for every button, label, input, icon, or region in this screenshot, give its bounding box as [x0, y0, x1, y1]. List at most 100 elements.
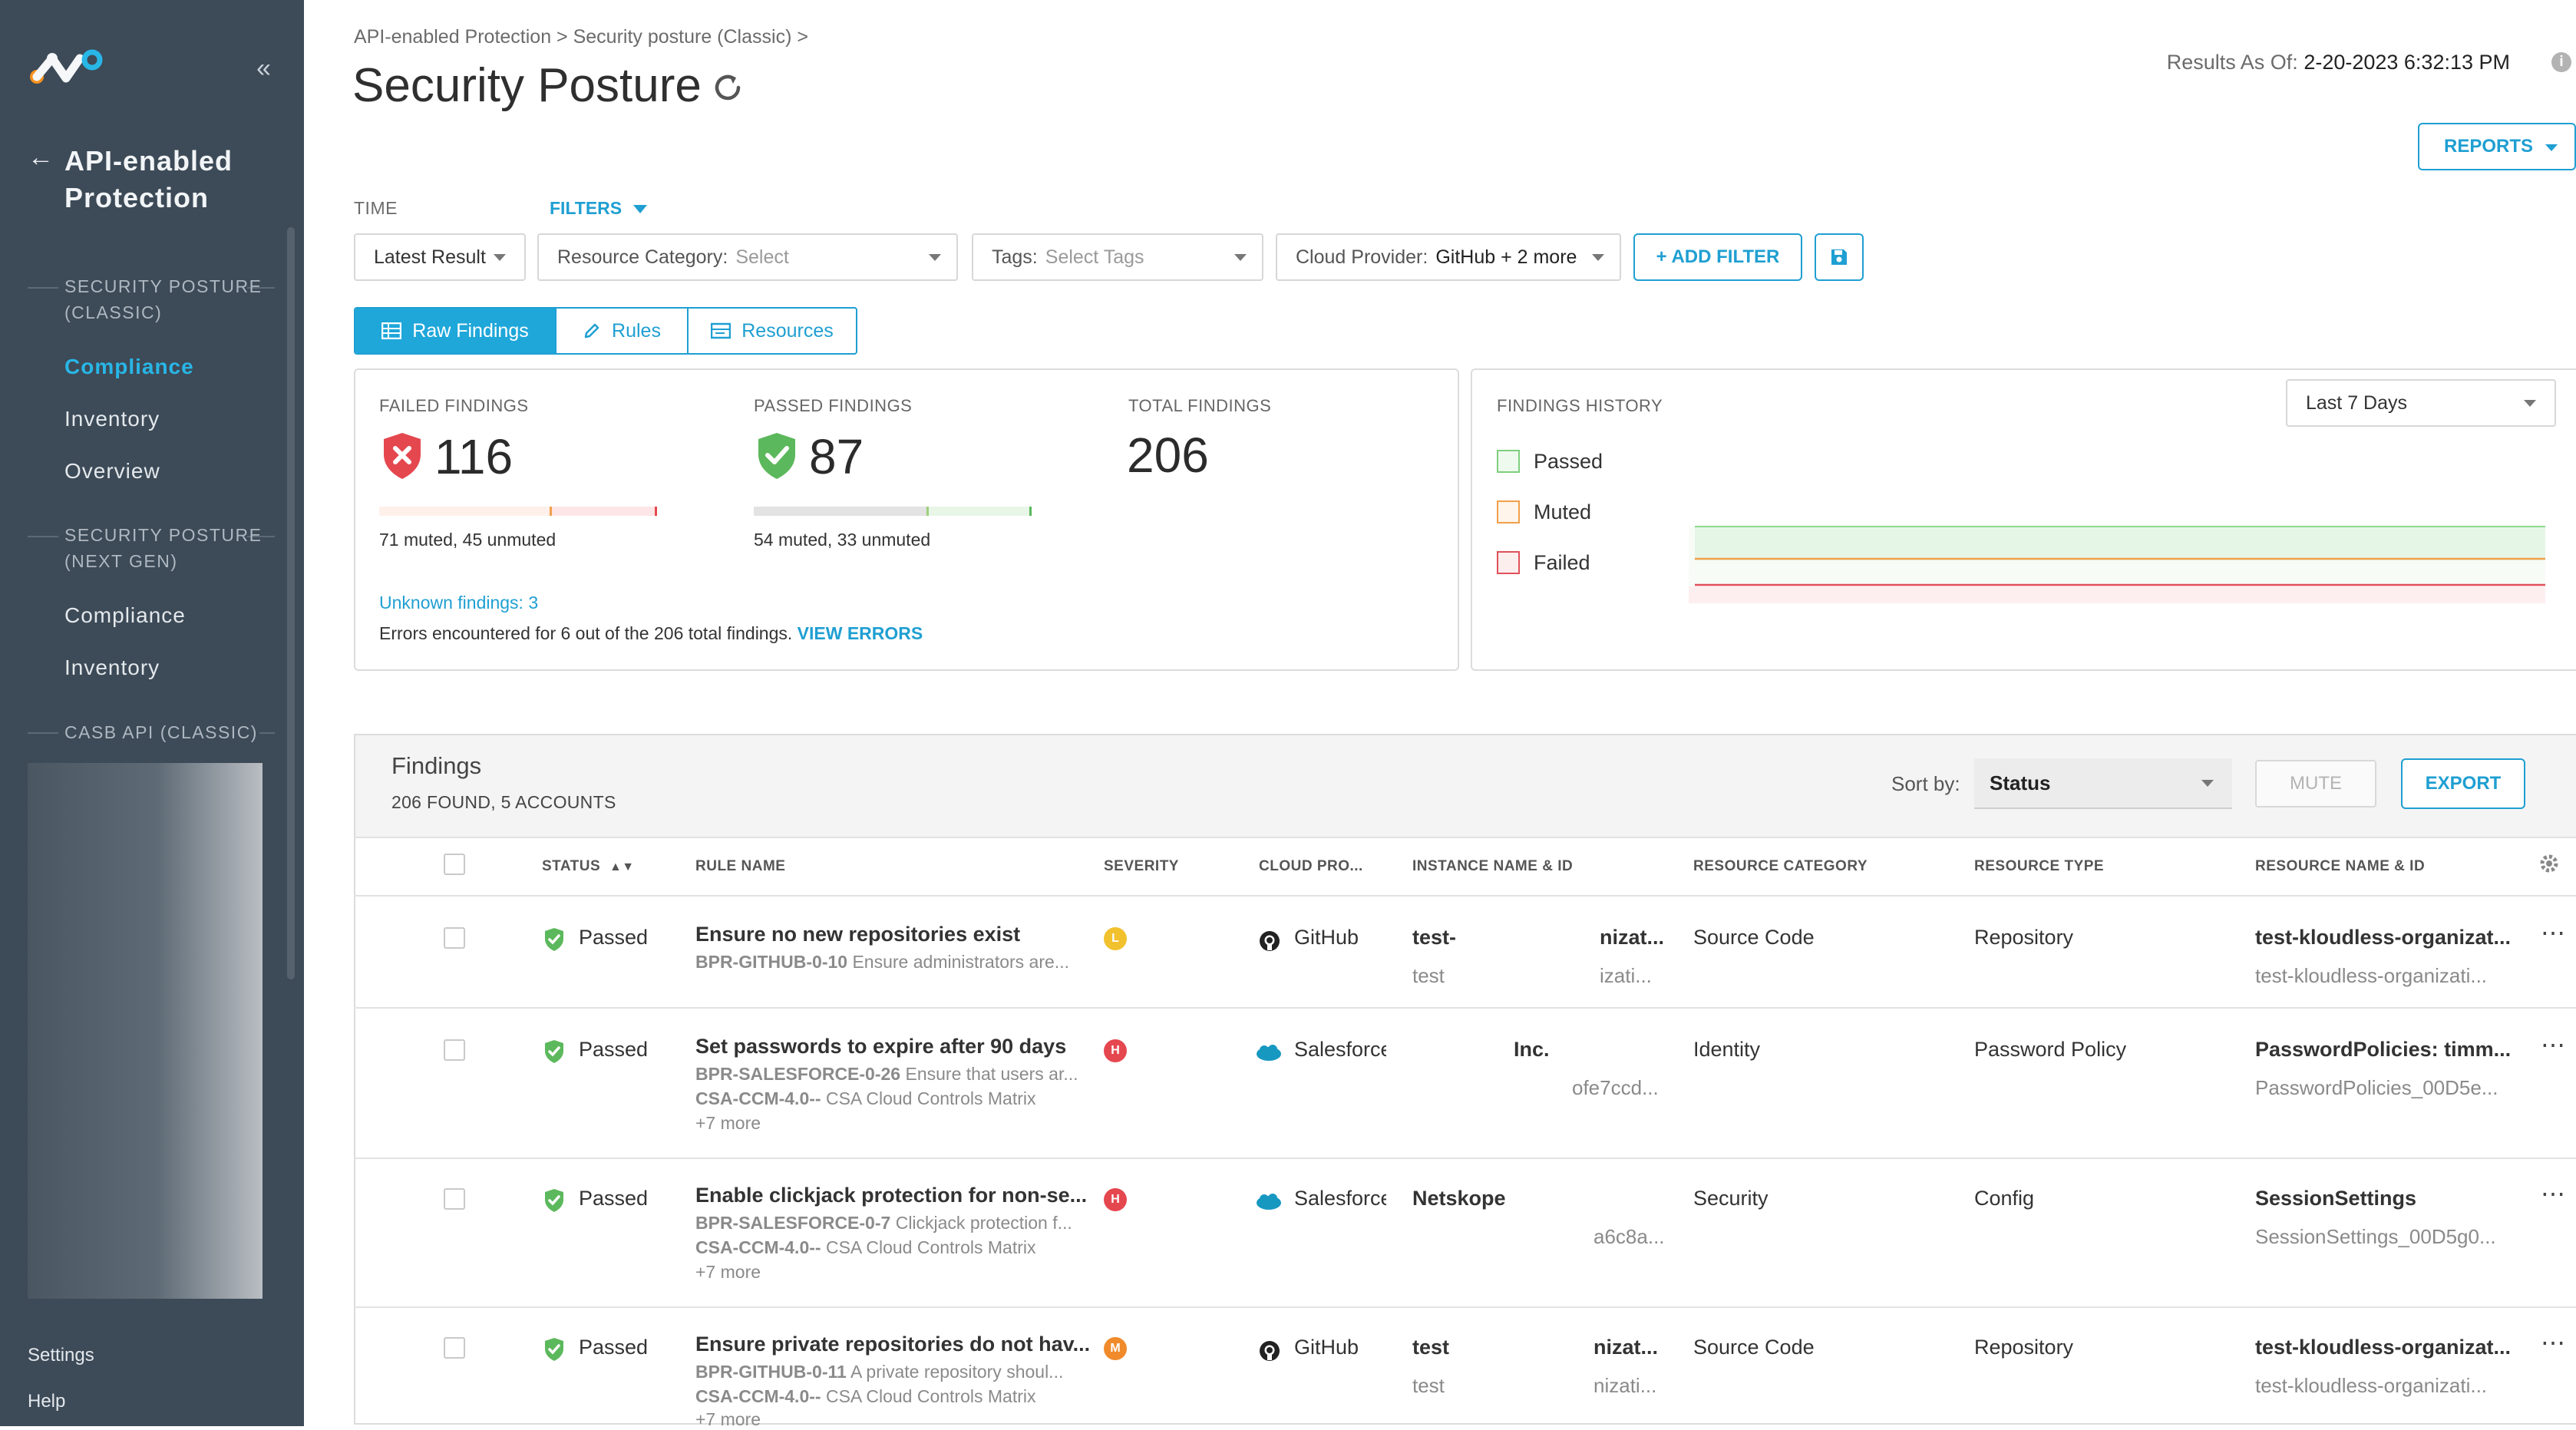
section-label-line1: SECURITY POSTURE — [64, 276, 263, 296]
export-button[interactable]: EXPORT — [2401, 758, 2525, 809]
findings-history-chart — [1689, 526, 2545, 603]
resource-id: PasswordPolicies_00D5e... — [2255, 1076, 2498, 1099]
view-errors-link[interactable]: VIEW ERRORS — [798, 623, 923, 643]
view-tabs: Raw Findings Rules Resources — [354, 307, 857, 355]
gear-icon[interactable] — [2538, 852, 2561, 875]
sidebar-item-overview-classic[interactable]: Overview — [64, 459, 160, 484]
instance-id: test — [1412, 964, 1445, 987]
reports-button[interactable]: REPORTS — [2418, 123, 2576, 170]
salesforce-icon — [1257, 1194, 1281, 1210]
rule-more-link[interactable]: +7 more — [695, 1409, 761, 1430]
history-range-select[interactable]: Last 7 Days — [2286, 379, 2556, 427]
column-header-rule-name[interactable]: RULE NAME — [695, 858, 785, 875]
resource-name[interactable]: test-kloudless-organizat... — [2255, 1336, 2511, 1359]
info-icon[interactable]: i — [2551, 52, 2571, 72]
filters-label: FILTERS — [550, 198, 623, 218]
github-icon — [1260, 1341, 1280, 1361]
errors-text: Errors encountered for 6 out of the 206 … — [379, 623, 793, 643]
add-filter-button[interactable]: + ADD FILTER — [1633, 233, 1802, 281]
column-header-instance[interactable]: INSTANCE NAME & ID — [1412, 858, 1573, 875]
rule-name[interactable]: Set passwords to expire after 90 days — [695, 1035, 1066, 1058]
column-header-resource-name[interactable]: RESOURCE NAME & ID — [2255, 858, 2425, 875]
failed-findings-label: FAILED FINDINGS — [379, 396, 529, 415]
chevron-down-icon — [494, 254, 506, 261]
time-label: TIME — [354, 198, 398, 218]
chevron-down-icon — [929, 254, 941, 261]
sidebar-settings-link[interactable]: Settings — [28, 1345, 94, 1366]
rule-id: BPR-SALESFORCE-0-7 — [695, 1213, 891, 1233]
tab-resources[interactable]: Resources — [687, 309, 856, 353]
resource-id: test-kloudless-organizati... — [2255, 964, 2488, 987]
failed-findings-detail: 71 muted, 45 unmuted — [379, 530, 556, 550]
findings-title: Findings — [391, 752, 482, 779]
passed-shield-icon — [758, 433, 795, 479]
failed-end-marker — [655, 507, 657, 516]
rule-desc: Ensure that users ar... — [905, 1064, 1078, 1084]
mute-button[interactable]: MUTE — [2255, 760, 2376, 807]
row-actions-menu[interactable]: ⋯ — [2541, 918, 2566, 947]
legend-muted-label: Muted — [1534, 500, 1592, 523]
sort-by-select[interactable]: Status — [1974, 758, 2232, 809]
rule-name[interactable]: Enable clickjack protection for non-se..… — [695, 1184, 1087, 1207]
column-header-resource-type[interactable]: RESOURCE TYPE — [1974, 858, 2104, 875]
findings-count: 206 FOUND, 5 ACCOUNTS — [391, 792, 616, 812]
rule-more-link[interactable]: +7 more — [695, 1113, 761, 1134]
breadcrumb[interactable]: API-enabled Protection > Security postur… — [354, 26, 808, 48]
netskope-logo — [30, 49, 103, 84]
results-label: Results As Of: — [2166, 51, 2298, 74]
instance-id-tail: izati... — [1600, 964, 1652, 987]
instance-name[interactable]: test- — [1412, 926, 1456, 949]
collapse-sidebar-icon[interactable]: « — [256, 54, 271, 84]
sidebar-item-inventory-classic[interactable]: Inventory — [64, 407, 160, 431]
column-header-cloud-provider[interactable]: CLOUD PRO... — [1259, 858, 1363, 875]
tab-rules[interactable]: Rules — [555, 309, 687, 353]
sidebar-item-compliance-nextgen[interactable]: Compliance — [64, 603, 186, 628]
section-label-line2: (CLASSIC) — [64, 302, 163, 322]
resource-name[interactable]: SessionSettings — [2255, 1187, 2416, 1210]
resource-name[interactable]: PasswordPolicies: timm... — [2255, 1038, 2511, 1062]
row-checkbox[interactable] — [444, 1039, 465, 1061]
refresh-icon[interactable] — [711, 71, 745, 104]
column-header-severity[interactable]: SEVERITY — [1104, 858, 1179, 875]
rule-name[interactable]: Ensure private repositories do not hav..… — [695, 1333, 1090, 1356]
row-actions-menu[interactable]: ⋯ — [2541, 1328, 2566, 1357]
filters-toggle[interactable]: FILTERS — [550, 198, 647, 219]
instance-name[interactable]: Netskope — [1412, 1187, 1506, 1210]
row-checkbox[interactable] — [444, 1188, 465, 1210]
sidebar-item-compliance-classic[interactable]: Compliance — [64, 355, 194, 379]
column-header-resource-category[interactable]: RESOURCE CATEGORY — [1693, 858, 1868, 875]
row-checkbox[interactable] — [444, 927, 465, 949]
cloud-provider-select[interactable]: Cloud Provider: GitHub + 2 more — [1276, 233, 1621, 281]
tab-raw-findings[interactable]: Raw Findings — [355, 309, 555, 353]
reports-label: REPORTS — [2444, 136, 2534, 157]
row-checkbox[interactable] — [444, 1337, 465, 1359]
section-divider — [28, 732, 58, 734]
row-actions-menu[interactable]: ⋯ — [2541, 1179, 2566, 1208]
sidebar-item-inventory-nextgen[interactable]: Inventory — [64, 656, 160, 680]
time-select[interactable]: Latest Result — [354, 233, 526, 281]
sort-by-value: Status — [1990, 771, 2051, 794]
failed-findings-bar — [379, 507, 657, 516]
rule-more-link[interactable]: +7 more — [695, 1262, 761, 1283]
table-divider — [354, 895, 2576, 897]
rule-name[interactable]: Ensure no new repositories exist — [695, 923, 1020, 946]
section-security-posture-nextgen: SECURITY POSTURE (NEXT GEN) — [64, 522, 262, 574]
unknown-findings-link[interactable]: 3 — [528, 593, 538, 613]
sidebar-scrollbar[interactable] — [287, 227, 295, 979]
passed-unmuted-bar — [928, 507, 1029, 516]
save-filter-button[interactable] — [1815, 233, 1864, 281]
sidebar-help-link[interactable]: Help — [28, 1391, 65, 1412]
row-actions-menu[interactable]: ⋯ — [2541, 1030, 2566, 1059]
column-header-status[interactable]: STATUS ▲▼ — [542, 858, 635, 875]
select-all-checkbox[interactable] — [444, 854, 465, 875]
resource-name[interactable]: test-kloudless-organizat... — [2255, 926, 2511, 949]
back-arrow-icon[interactable]: ← — [28, 143, 54, 173]
instance-name[interactable]: test — [1412, 1336, 1449, 1359]
resource-category-select[interactable]: Resource Category: Select — [537, 233, 958, 281]
section-label-line2: (NEXT GEN) — [64, 551, 178, 571]
passed-shield-icon — [545, 928, 563, 951]
rule-id: BPR-GITHUB-0-10 — [695, 952, 848, 972]
rule-id: BPR-SALESFORCE-0-26 — [695, 1064, 901, 1084]
tags-select[interactable]: Tags: Select Tags — [972, 233, 1263, 281]
findings-history-label: FINDINGS HISTORY — [1497, 396, 1663, 415]
